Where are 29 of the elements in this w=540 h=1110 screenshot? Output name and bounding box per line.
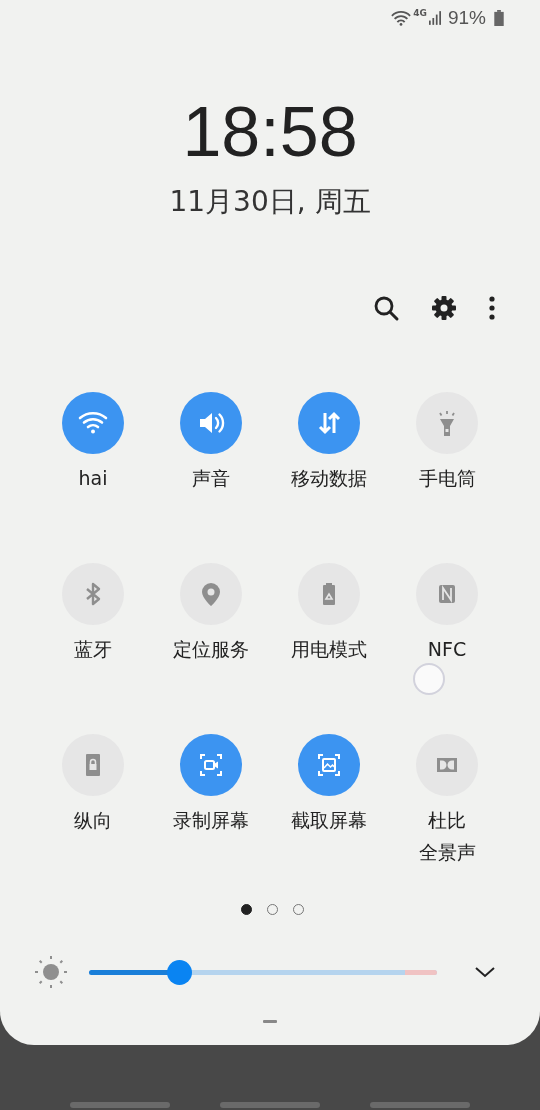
tile-label: NFC	[427, 637, 467, 662]
tile-label: 手电筒	[418, 466, 476, 491]
wifi-icon	[391, 10, 412, 26]
slider-thumb[interactable]	[167, 959, 193, 985]
search-icon[interactable]	[372, 294, 400, 322]
date-text: 11月30日, 周五	[169, 184, 371, 220]
tile-label: 纵向	[74, 808, 112, 833]
tile-label: 声音	[192, 466, 230, 491]
tile-label: 移动数据	[291, 466, 367, 491]
drag-handle[interactable]	[263, 1020, 277, 1023]
battery-icon	[494, 10, 504, 26]
network-type: 4G	[413, 8, 427, 18]
tile-label: 截取屏幕	[291, 808, 367, 833]
tile-label: 录制屏幕	[173, 808, 249, 833]
page-indicator-dot[interactable]	[240, 904, 252, 915]
signal-icon	[428, 11, 441, 25]
settings-icon[interactable]	[430, 294, 458, 322]
touch-indicator	[413, 663, 445, 695]
tile-label: 杜比	[428, 808, 466, 833]
tile-label: 用电模式	[291, 637, 367, 662]
battery-percent: 91%	[447, 7, 486, 29]
tile-label: 定位服务	[173, 637, 249, 662]
expand-icon[interactable]	[474, 965, 496, 979]
tile-label: 蓝牙	[74, 637, 112, 662]
tile-label: 全景声	[418, 840, 476, 865]
more-options-icon[interactable]	[488, 294, 496, 322]
clock-time: 18:58	[182, 94, 358, 170]
brightness-icon	[34, 955, 68, 989]
tile-label: hai	[78, 466, 108, 491]
